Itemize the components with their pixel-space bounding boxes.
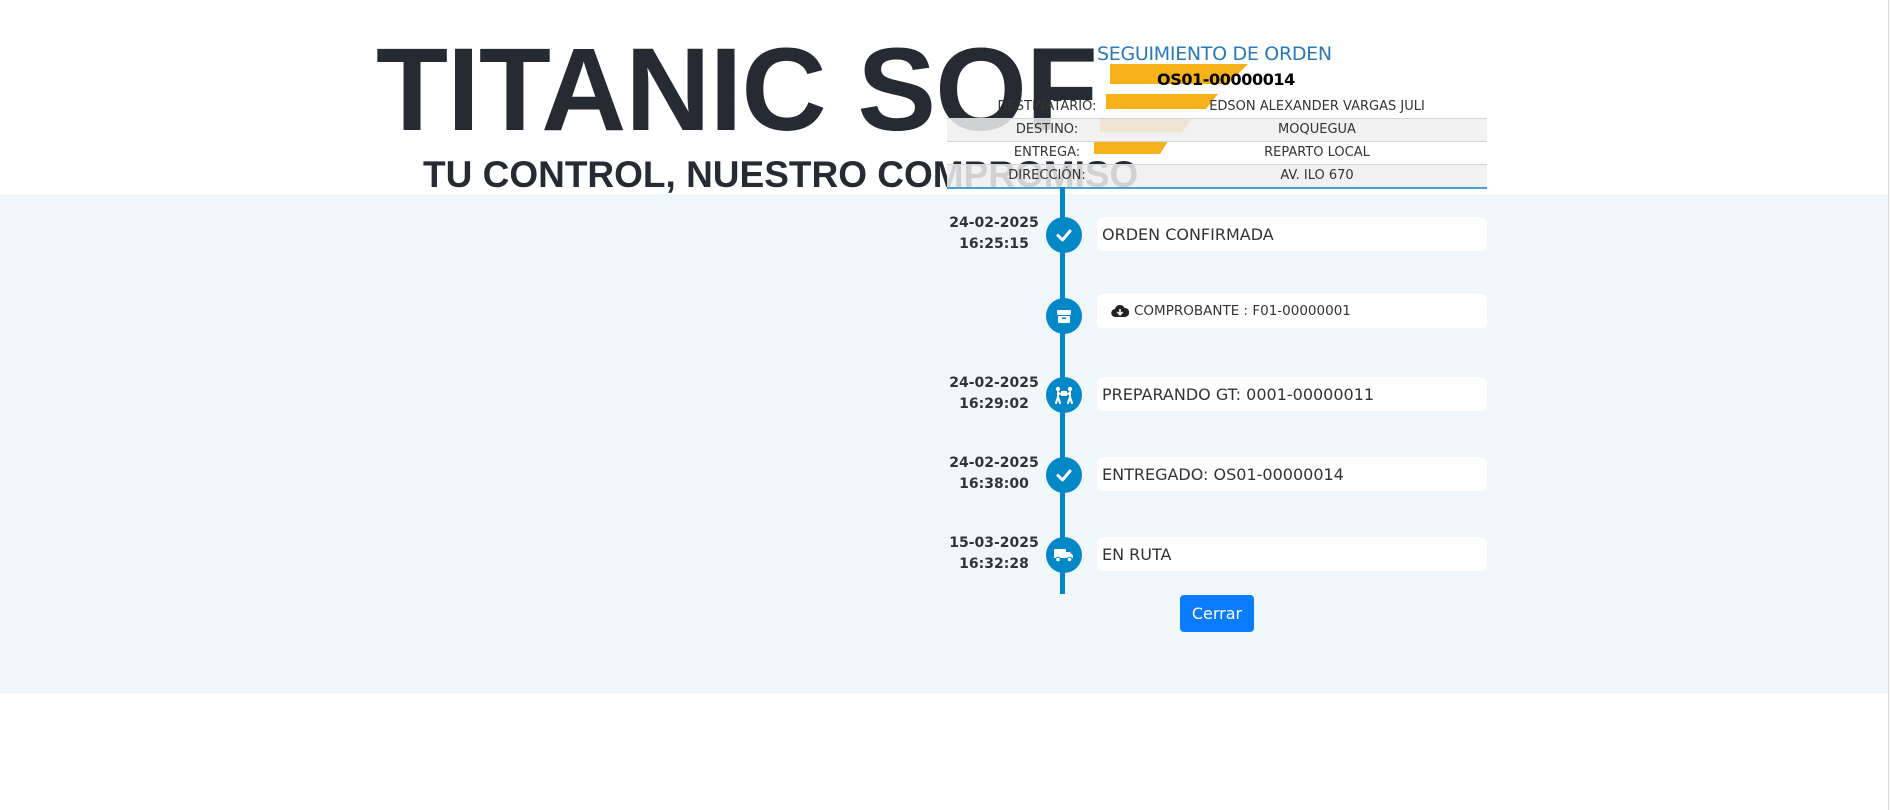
timeline-date: 24-02-2025 16:38:00 xyxy=(944,453,1044,495)
info-label: DIRECCIÓN: xyxy=(1008,168,1086,183)
info-row-recipient: DESTINATARIO: EDSON ALEXANDER VARGAS JUL… xyxy=(947,96,1487,118)
event-text: ENTREGADO: OS01-00000014 xyxy=(1102,464,1344,484)
event-date: 24-02-2025 xyxy=(949,455,1039,471)
timeline-event-card: ORDEN CONFIRMADA xyxy=(1097,217,1487,251)
event-text: PREPARANDO GT: 0001-00000011 xyxy=(1102,384,1375,404)
event-date: 15-03-2025 xyxy=(949,535,1039,551)
receipt-link[interactable]: COMPROBANTE : F01-00000001 xyxy=(1134,303,1351,319)
event-time: 16:29:02 xyxy=(959,396,1029,412)
timeline-event-card[interactable]: COMPROBANTE : F01-00000001 xyxy=(1097,294,1487,328)
order-number: OS01-00000014 xyxy=(1157,70,1295,89)
info-label: DESTINATARIO: xyxy=(997,99,1097,114)
event-date: 24-02-2025 xyxy=(949,215,1039,231)
people-carry-icon xyxy=(1046,377,1082,413)
truck-icon xyxy=(1046,537,1082,573)
timeline-date: 15-03-2025 16:32:28 xyxy=(944,533,1044,575)
check-icon xyxy=(1046,457,1082,493)
info-label: ENTREGA: xyxy=(1013,145,1081,160)
info-row-delivery: ENTREGA: REPARTO LOCAL xyxy=(947,142,1487,164)
info-row-destination: DESTINO: MOQUEGUA xyxy=(947,118,1487,142)
check-icon xyxy=(1046,217,1082,253)
timeline-event-card: ENTREGADO: OS01-00000014 xyxy=(1097,457,1487,491)
close-button[interactable]: Cerrar xyxy=(1180,595,1254,632)
box-icon xyxy=(1046,298,1082,334)
timeline-date: 24-02-2025 16:29:02 xyxy=(944,373,1044,415)
info-value: EDSON ALEXANDER VARGAS JULI xyxy=(1209,99,1425,114)
info-row-address: DIRECCIÓN: AV. ILO 670 xyxy=(947,164,1487,189)
info-label: DESTINO: xyxy=(1015,122,1079,137)
event-text: EN RUTA xyxy=(1102,544,1172,564)
event-text: ORDEN CONFIRMADA xyxy=(1102,224,1274,244)
timeline-event-card: PREPARANDO GT: 0001-00000011 xyxy=(1097,377,1487,411)
window-edge xyxy=(1888,0,1889,810)
event-time: 16:32:28 xyxy=(959,556,1029,572)
info-value: MOQUEGUA xyxy=(1278,122,1356,137)
content-background-band xyxy=(0,194,1889,694)
panel-title: SEGUIMIENTO DE ORDEN xyxy=(1097,43,1332,65)
order-info-table: DESTINATARIO: EDSON ALEXANDER VARGAS JUL… xyxy=(947,96,1487,189)
info-value: AV. ILO 670 xyxy=(1280,168,1354,183)
timeline-event-card: EN RUTA xyxy=(1097,537,1487,571)
timeline-date: 24-02-2025 16:25:15 xyxy=(944,213,1044,255)
cloud-download-icon[interactable] xyxy=(1111,304,1129,318)
event-date: 24-02-2025 xyxy=(949,375,1039,391)
event-time: 16:38:00 xyxy=(959,476,1029,492)
event-time: 16:25:15 xyxy=(959,236,1029,252)
info-value: REPARTO LOCAL xyxy=(1264,145,1370,160)
